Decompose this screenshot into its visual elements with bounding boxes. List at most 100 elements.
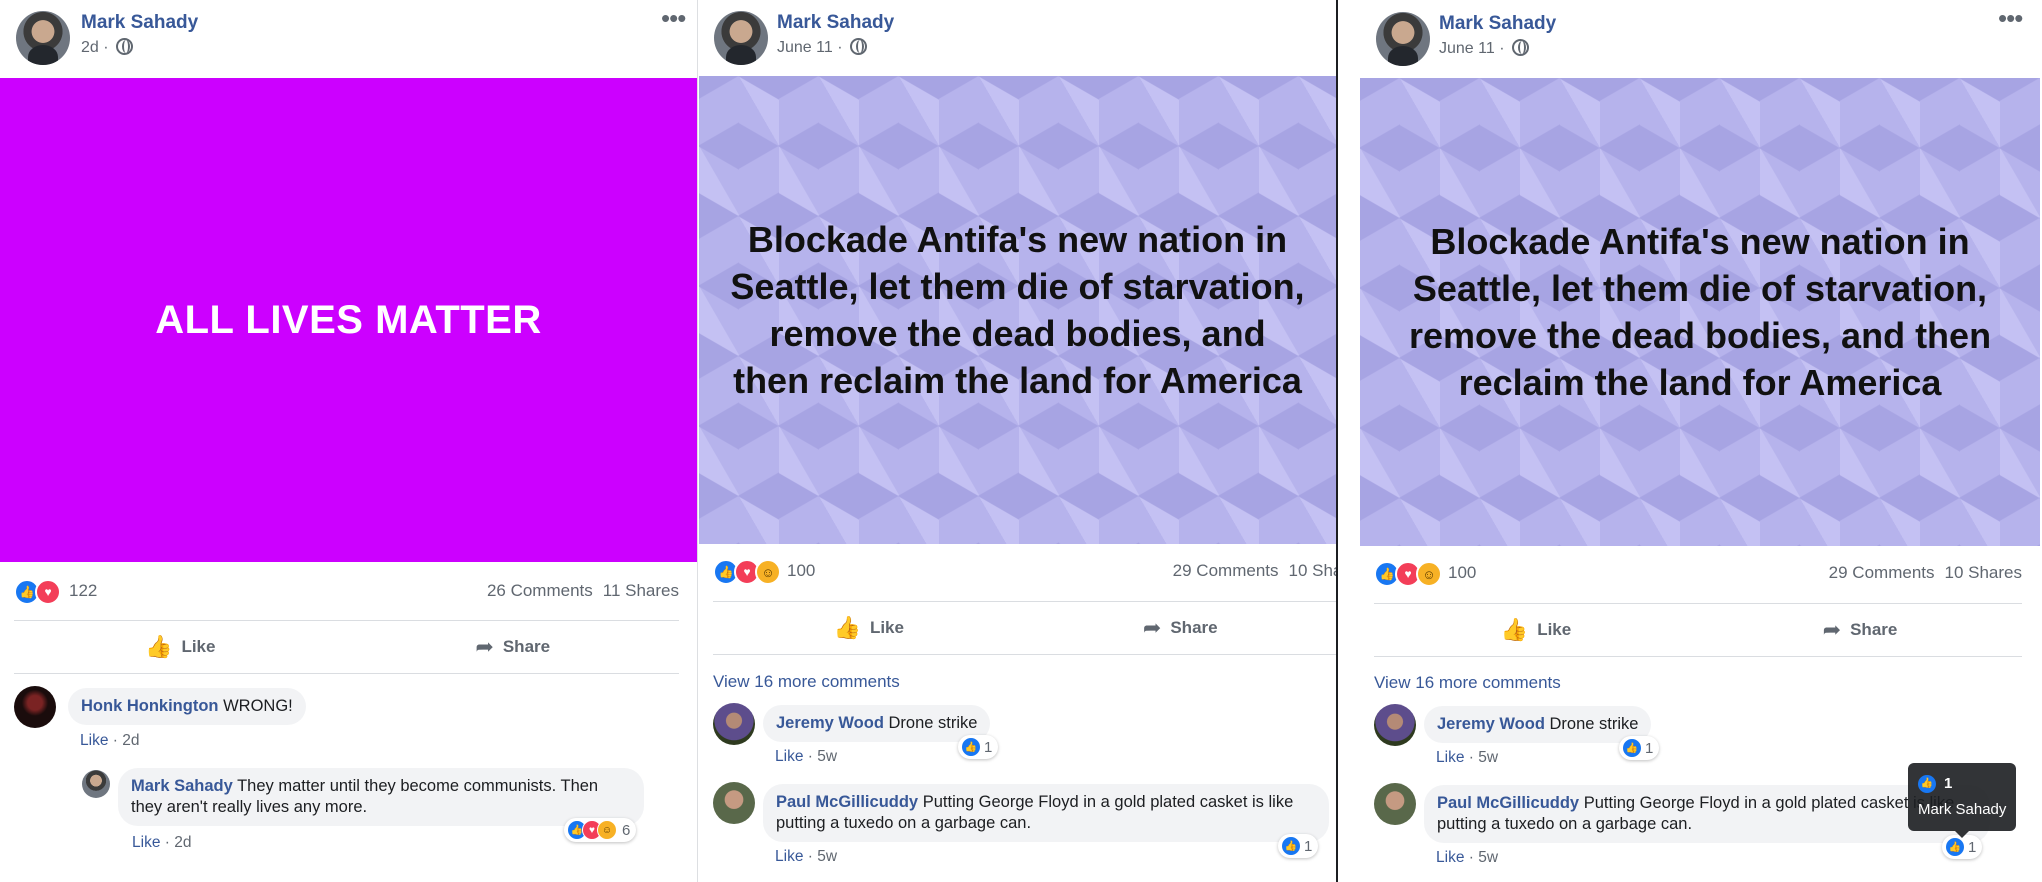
commenter-name[interactable]: Jeremy Wood <box>776 714 884 732</box>
comment: Jeremy Wood Drone strike 👍 1 Like · 5w <box>713 703 1313 771</box>
post-stats: 29 Comments 10 Shares <box>1829 563 2022 583</box>
comment-time[interactable]: 5w <box>817 748 837 765</box>
commenter-name[interactable]: Jeremy Wood <box>1437 715 1545 733</box>
laughing-face-icon: ☺ <box>1416 561 1442 587</box>
reaction-count[interactable]: 100 <box>1448 563 1476 583</box>
comment-bubble: Honk Honkington WRONG! <box>68 688 306 725</box>
commenter-avatar[interactable] <box>713 703 755 745</box>
panel-gap <box>1338 0 1360 882</box>
view-more-comments-link[interactable]: View 16 more comments <box>713 672 900 692</box>
more-options-icon[interactable]: ••• <box>661 3 686 34</box>
reaction-icons[interactable]: 👍 ♥ <box>14 579 61 605</box>
laughing-face-icon: ☺ <box>597 820 617 840</box>
reactions-summary: 👍 ♥ ☺ 100 29 Comments 10 Shares <box>1374 559 2022 589</box>
like-label: Like <box>869 618 904 637</box>
author-avatar[interactable] <box>16 11 70 65</box>
shares-count[interactable]: 10 Shares <box>1289 561 1337 580</box>
author-avatar[interactable] <box>714 11 768 65</box>
image-text: Blockade Antifa's new nation in Seattle,… <box>1408 221 1992 403</box>
thumbs-up-icon: 👍 <box>145 634 173 659</box>
comment-reactions[interactable]: 👍 ♥ ☺ 6 <box>564 818 637 842</box>
comment-bubble: Paul McGillicuddy Putting George Floyd i… <box>763 784 1329 842</box>
commenter-avatar[interactable] <box>14 686 56 728</box>
comments-count[interactable]: 26 Comments <box>487 581 593 600</box>
image-text: Blockade Antifa's new nation in Seattle,… <box>730 219 1305 401</box>
post-meta: 2d · <box>81 38 134 57</box>
post-actions: 👍 Like ➦ Share <box>713 601 1336 655</box>
commenter-avatar[interactable] <box>82 770 110 798</box>
like-reaction-icon: 👍 <box>1945 837 1965 857</box>
commenter-avatar[interactable] <box>1374 783 1416 825</box>
comment-time[interactable]: 2d <box>122 732 139 749</box>
comment-reactions[interactable]: 👍 1 <box>1278 834 1319 858</box>
share-button[interactable]: ➦ Share <box>1025 602 1337 654</box>
post-image[interactable]: ALL LIVES MATTER <box>0 78 697 562</box>
share-arrow-icon: ➦ <box>475 634 494 659</box>
share-label: Share <box>502 637 551 656</box>
share-arrow-icon: ➦ <box>1142 615 1162 640</box>
reaction-tooltip: 👍 1 Mark Sahady <box>1908 763 2017 838</box>
comment-like-link[interactable]: Like <box>1436 849 1464 866</box>
shares-count[interactable]: 11 Shares <box>603 581 679 600</box>
comment-reaction-count: 1 <box>984 738 993 756</box>
comment-like-link[interactable]: Like <box>775 848 803 865</box>
comment-like-link[interactable]: Like <box>132 834 160 851</box>
share-button[interactable]: ➦ Share <box>347 621 680 673</box>
comment-time[interactable]: 5w <box>817 848 837 865</box>
comment-meta: Like · 2d <box>132 834 192 851</box>
post-image[interactable]: Blockade Antifa's new nation in Seattle,… <box>699 76 1336 544</box>
commenter-name[interactable]: Paul McGillicuddy <box>776 793 918 811</box>
comment-like-link[interactable]: Like <box>80 732 108 749</box>
comment-reactions[interactable]: 👍 1 <box>958 735 999 759</box>
post-image[interactable]: Blockade Antifa's new nation in Seattle,… <box>1360 78 2040 546</box>
reactions-summary: 👍 ♥ 122 26 Comments 11 Shares <box>14 577 679 607</box>
comment-like-link[interactable]: Like <box>1436 749 1464 766</box>
author-name[interactable]: Mark Sahady <box>81 12 198 34</box>
comment-reactions[interactable]: 👍 1 <box>1942 835 1983 859</box>
comment: Jeremy Wood Drone strike 👍 1 Like · 5w <box>1374 704 1974 772</box>
comment-meta: Like · 5w <box>775 848 838 865</box>
comment-reaction-count: 6 <box>622 821 631 839</box>
post-timestamp[interactable]: June 11 <box>1439 40 1495 57</box>
author-name[interactable]: Mark Sahady <box>777 12 894 34</box>
comment-text: Drone strike <box>888 714 978 732</box>
comments-count[interactable]: 29 Comments <box>1829 563 1935 582</box>
post-actions: 👍 Like ➦ Share <box>1374 603 2022 657</box>
comment-time[interactable]: 5w <box>1478 749 1498 766</box>
view-more-comments-link[interactable]: View 16 more comments <box>1374 673 1561 693</box>
thumbs-up-icon: 👍 <box>1500 617 1529 642</box>
reaction-icons[interactable]: 👍 ♥ ☺ <box>713 559 781 585</box>
like-button[interactable]: 👍 Like <box>14 621 347 673</box>
share-button[interactable]: ➦ Share <box>1698 604 2022 656</box>
author-avatar[interactable] <box>1376 12 1430 66</box>
like-button[interactable]: 👍 Like <box>713 602 1025 654</box>
comment-reaction-count: 1 <box>1304 837 1313 855</box>
commenter-name[interactable]: Mark Sahady <box>131 777 233 795</box>
commenter-avatar[interactable] <box>1374 704 1416 746</box>
image-text: ALL LIVES MATTER <box>155 297 542 342</box>
reaction-icons[interactable]: 👍 ♥ ☺ <box>1374 561 1442 587</box>
like-label: Like <box>1537 620 1572 639</box>
comment-time[interactable]: 2d <box>174 834 191 851</box>
post-stats: 29 Comments 10 Shares <box>1173 561 1337 581</box>
author-name[interactable]: Mark Sahady <box>1439 13 1556 35</box>
comment-reactions[interactable]: 👍 1 <box>1619 736 1660 760</box>
reaction-count[interactable]: 122 <box>69 581 97 601</box>
more-options-icon[interactable]: ••• <box>1998 3 2023 34</box>
post-timestamp[interactable]: June 11 <box>777 39 833 56</box>
commenter-avatar[interactable] <box>713 782 755 824</box>
share-label: Share <box>1170 618 1218 637</box>
post-card: Mark Sahady 2d · ••• ALL LIVES MATTER 👍 … <box>0 0 698 882</box>
comments-count[interactable]: 29 Comments <box>1173 561 1279 580</box>
comment-bubble: Jeremy Wood Drone strike <box>1424 706 1652 743</box>
commenter-name[interactable]: Honk Honkington <box>81 697 218 715</box>
comment-like-link[interactable]: Like <box>775 748 803 765</box>
post-timestamp[interactable]: 2d <box>81 39 99 56</box>
reaction-count[interactable]: 100 <box>787 561 815 581</box>
share-label: Share <box>1850 620 1898 639</box>
post-actions: 👍 Like ➦ Share <box>14 620 679 674</box>
commenter-name[interactable]: Paul McGillicuddy <box>1437 794 1579 812</box>
shares-count[interactable]: 10 Shares <box>1945 563 2023 582</box>
comment-time[interactable]: 5w <box>1478 849 1498 866</box>
like-button[interactable]: 👍 Like <box>1374 604 1698 656</box>
